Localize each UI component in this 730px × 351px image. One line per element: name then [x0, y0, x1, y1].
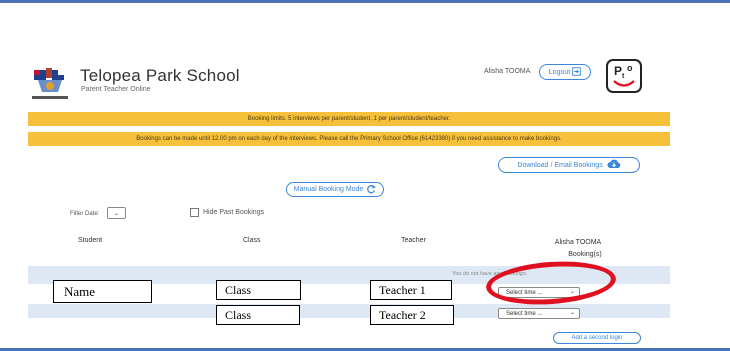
select-time-value: Select time ... — [506, 289, 543, 296]
pto-logo-o: o — [627, 63, 633, 73]
user-name: Alisha TOOMA — [484, 68, 531, 75]
student-name-cell: Name — [53, 280, 152, 303]
column-header-teacher: Teacher — [401, 237, 426, 244]
select-time-dropdown[interactable]: Select time ... ⌄ — [498, 287, 580, 298]
top-rule — [0, 0, 730, 3]
bookings-header-label: Booking(s) — [568, 251, 602, 258]
download-label: Download / Email Bookings — [517, 161, 603, 169]
select-time-dropdown[interactable]: Select time ... ⌄ — [498, 308, 580, 319]
class-cell: Class — [216, 280, 301, 300]
add-second-login-button[interactable]: Add a second login — [553, 332, 641, 344]
class-cell: Class — [216, 305, 300, 325]
page-header: Telopea Park School Parent Teacher Onlin… — [28, 59, 648, 106]
school-name: Telopea Park School — [80, 66, 240, 85]
logout-label: Logout — [548, 68, 571, 76]
column-header-class: Class — [243, 237, 261, 244]
manual-booking-label: Manual Booking Mode — [293, 186, 364, 193]
teacher-cell: Teacher 1 — [370, 280, 452, 300]
school-crest-logo — [28, 66, 72, 106]
filter-date-label: Filter Date: — [70, 211, 100, 217]
hide-past-bookings-checkbox[interactable] — [190, 208, 199, 217]
column-header-student: Student — [78, 237, 103, 244]
no-bookings-message: You do not have any bookings. — [452, 271, 528, 277]
manual-booking-mode-button[interactable]: Manual Booking Mode — [286, 182, 384, 197]
logout-icon — [572, 66, 581, 78]
select-time-value: Select time ... — [506, 310, 543, 317]
cloud-download-icon — [607, 159, 621, 171]
download-email-bookings-button[interactable]: Download / Email Bookings — [498, 157, 640, 173]
pto-logo-p: P — [614, 64, 622, 78]
column-header-bookings: Alisha TOOMA Booking(s) — [548, 237, 608, 261]
pto-logo-t: t — [622, 73, 625, 80]
bookings-header-name: Alisha TOOMA — [554, 239, 602, 246]
chevron-down-icon: ⌄ — [569, 310, 575, 316]
booking-deadline-banner: Bookings can be made until 12.00 pm on e… — [28, 132, 670, 146]
pto-logo: P t o — [606, 59, 642, 93]
filter-date-select[interactable]: ⌄ — [107, 207, 126, 219]
teacher-cell: Teacher 2 — [370, 305, 454, 325]
chevron-down-icon: ⌄ — [113, 210, 120, 217]
refresh-icon — [366, 184, 377, 196]
school-subtitle: Parent Teacher Online — [81, 86, 151, 93]
booking-limits-banner: Booking limits: 5 interviews per parent/… — [28, 112, 670, 126]
logout-button[interactable]: Logout — [539, 64, 591, 80]
chevron-down-icon: ⌄ — [569, 289, 575, 295]
hide-past-bookings-label: Hide Past Bookings — [203, 209, 265, 216]
